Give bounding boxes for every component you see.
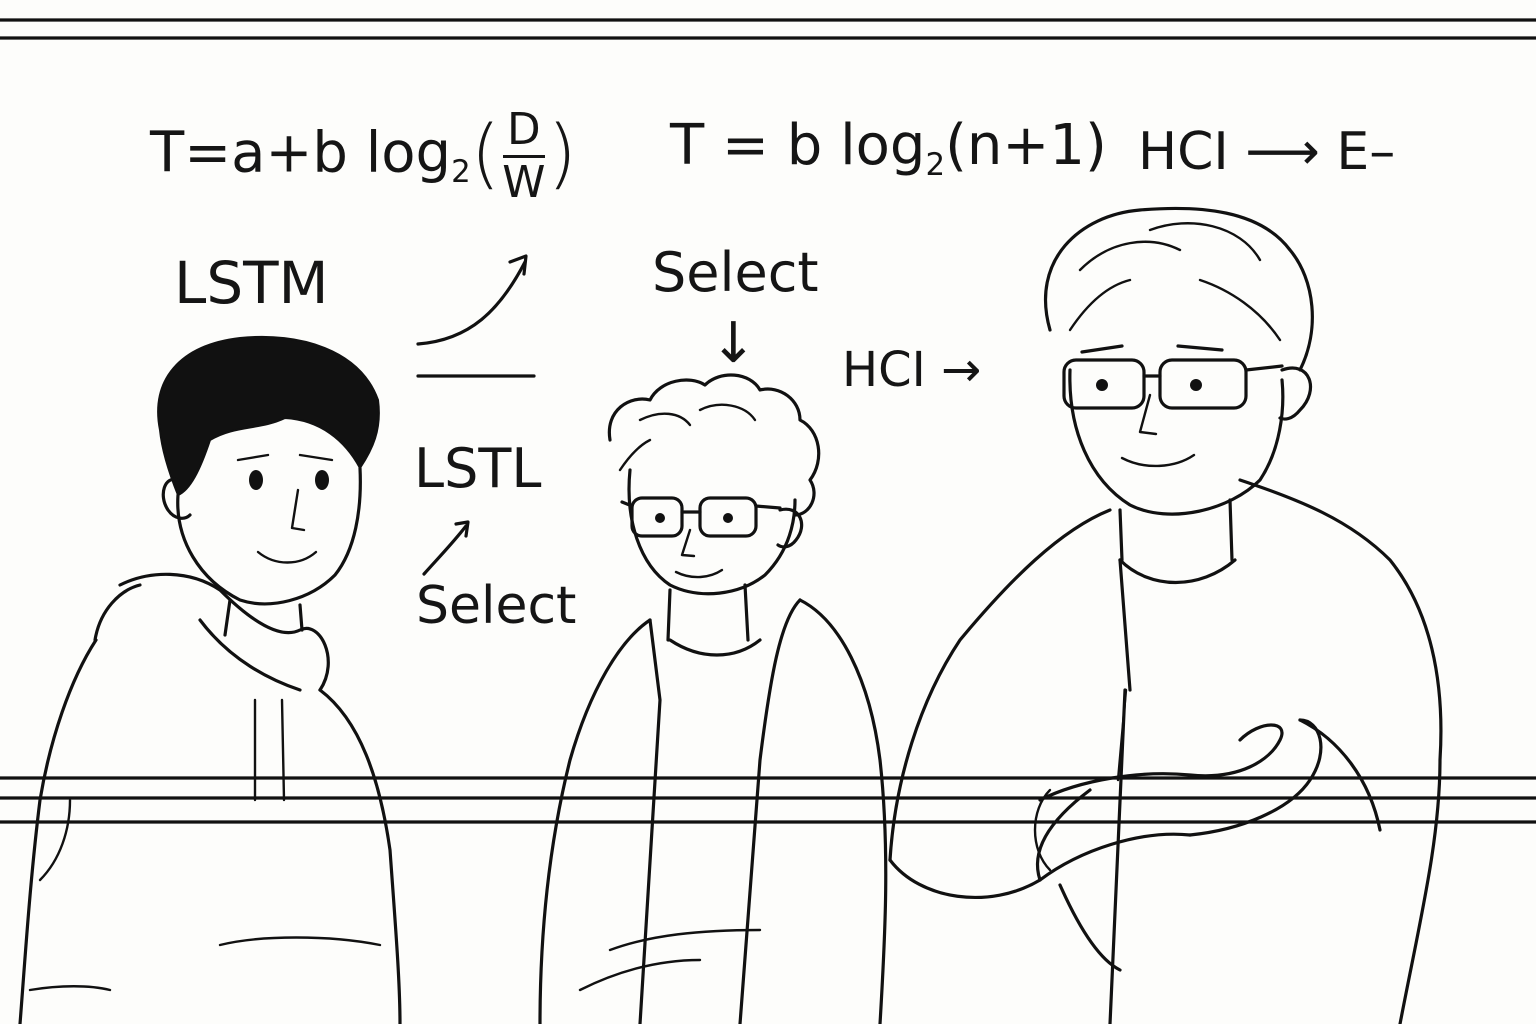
fraction-d-over-w: DW xyxy=(502,108,545,204)
formula-hick-sub: 2 xyxy=(925,146,946,183)
fraction-denominator: W xyxy=(502,156,546,208)
formula-fitts: T=a+b log2(D W) xyxy=(150,108,577,204)
person-left xyxy=(18,335,402,1024)
person-right xyxy=(888,206,1443,1024)
text-hci-middle: HCI → xyxy=(842,342,982,398)
hair-black xyxy=(157,335,380,497)
fraction-numerator: D xyxy=(502,108,545,158)
formula-fitts-lhs: T=a+b log xyxy=(150,120,452,186)
text-lstl: LSTL xyxy=(414,437,542,500)
text-lstm: LSTM xyxy=(174,249,329,317)
formula-hick: T = b log2(n+1) xyxy=(670,118,1107,181)
formula-fitts-sub: 2 xyxy=(451,154,471,191)
paren-open: ( xyxy=(470,108,501,197)
formula-hick-lhs: T = b log xyxy=(670,113,926,178)
board-scribbles xyxy=(416,254,536,576)
text-hci-arrow-top: HCI ⟶ E– xyxy=(1138,122,1396,182)
whiteboard-scene: T=a+b log2(D W) T = b log2(n+1) HCI ⟶ E– … xyxy=(0,0,1536,1024)
arrow-down-icon: ↓ xyxy=(710,311,757,376)
text-select-left: Select xyxy=(416,576,577,636)
text-select-center: Select xyxy=(652,241,819,304)
paren-close: ) xyxy=(547,108,577,197)
person-middle xyxy=(538,373,888,1024)
formula-hick-rhs: (n+1) xyxy=(945,113,1107,178)
